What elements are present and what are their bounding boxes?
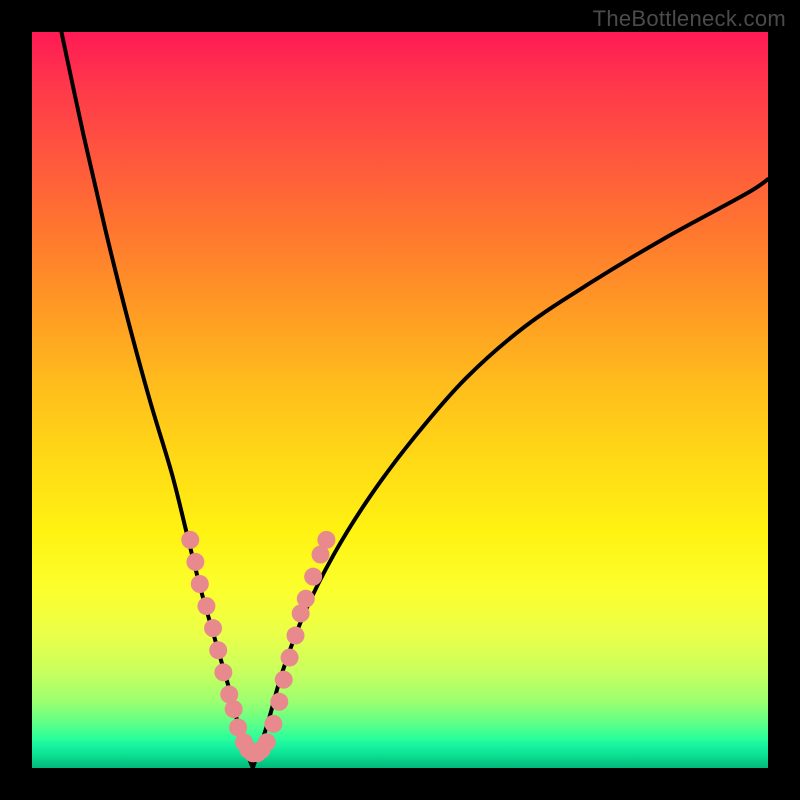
data-marker [264,715,282,733]
plot-area [32,32,768,768]
data-marker [191,575,209,593]
data-marker [317,531,335,549]
data-marker [186,553,204,571]
data-marker [209,641,227,659]
data-marker [281,649,299,667]
data-marker [204,619,222,637]
data-marker [275,671,293,689]
chart-frame: TheBottleneck.com [0,0,800,800]
data-marker [214,663,232,681]
curve-right-branch [253,179,768,768]
data-marker [225,700,243,718]
data-marker [258,733,276,751]
curve-left-branch [61,32,252,768]
curve-layer [32,32,768,768]
data-marker [197,597,215,615]
watermark-text: TheBottleneck.com [593,6,786,32]
data-marker [297,590,315,608]
data-marker [304,568,322,586]
data-marker [270,693,288,711]
data-marker [181,531,199,549]
marker-group [181,531,335,762]
data-marker [286,627,304,645]
